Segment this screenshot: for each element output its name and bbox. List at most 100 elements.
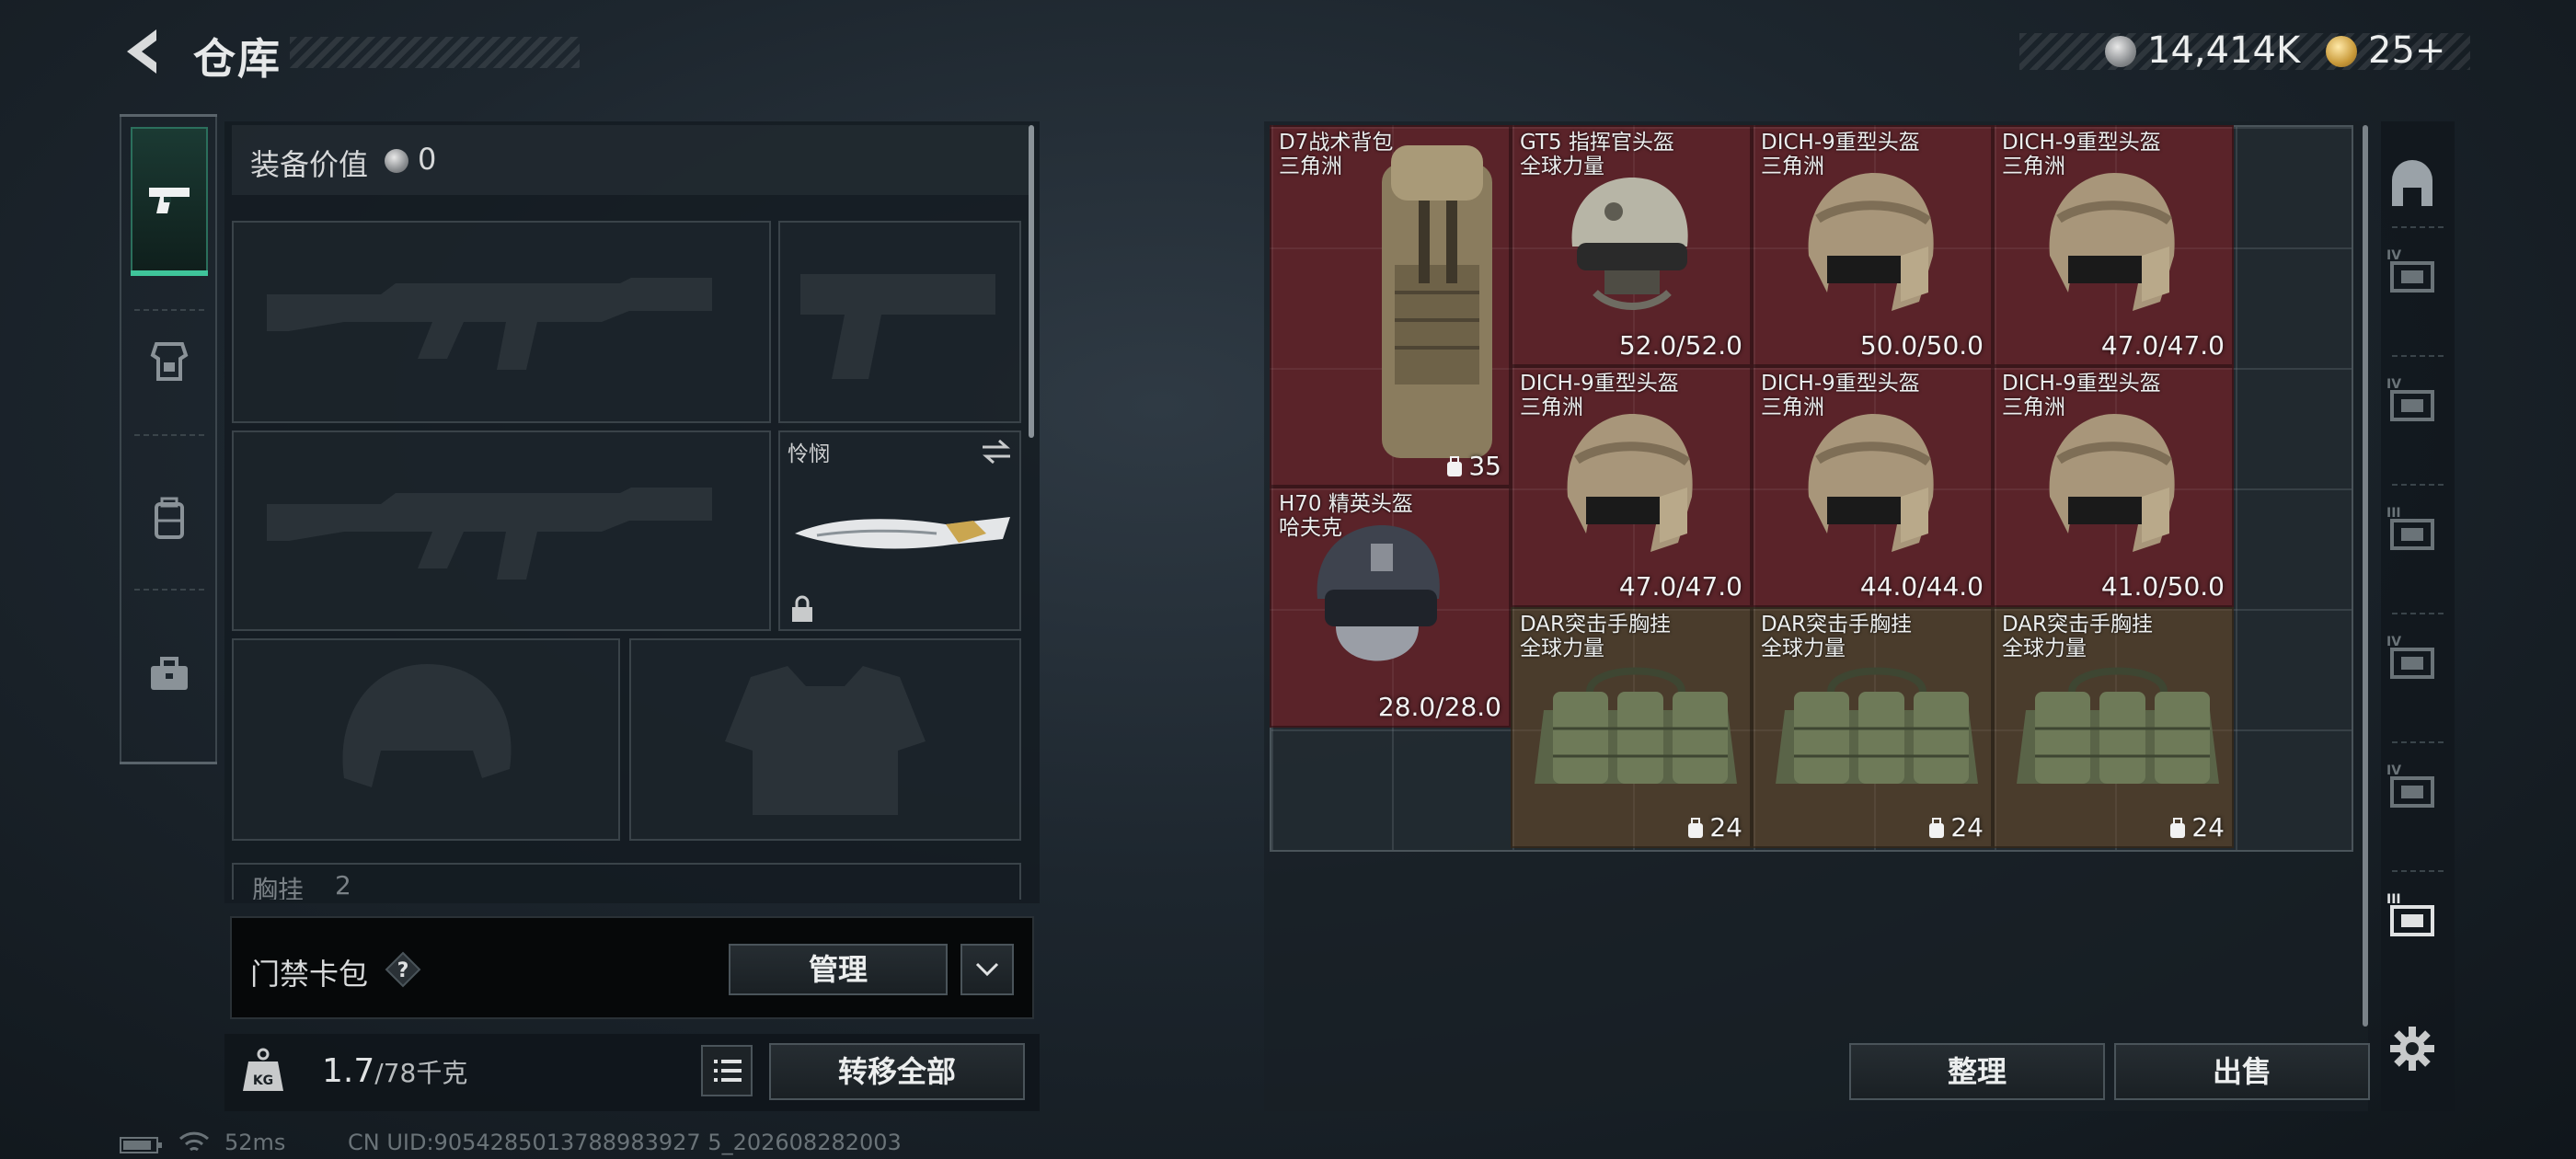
sidebar-top-edge	[120, 114, 217, 117]
stash-page-5[interactable]: IV	[2385, 760, 2440, 815]
stash-item[interactable]: H70 精英头盔 哈夫克 28.0/28.0	[1270, 487, 1511, 728]
helmet-h70-image	[1299, 516, 1455, 694]
stash-item[interactable]: DAR突击手胸挂 全球力量 24	[1993, 607, 2234, 848]
item-title: H70 精英头盔	[1279, 492, 1413, 516]
item-name: DICH-9重型头盔 三角洲	[2002, 372, 2161, 419]
list-view-button[interactable]	[701, 1045, 753, 1096]
item-title: GT5 指挥官头盔	[1520, 131, 1674, 155]
item-capacity: 24	[1685, 812, 1742, 843]
melee-slot[interactable]: 怜悯	[778, 430, 1021, 631]
gold-currency-amount[interactable]: 25+	[2368, 29, 2445, 72]
item-capacity: 24	[2168, 812, 2225, 843]
stash-page-3[interactable]: III	[2385, 502, 2440, 557]
chest-rig-slot[interactable]: 胸挂 2	[232, 863, 1021, 900]
stash-page-icon: IV	[2386, 248, 2434, 293]
carry-weight-current: 1.7	[322, 1052, 375, 1090]
stash-item[interactable]: DAR突击手胸挂 全球力量 24	[1752, 607, 1993, 848]
item-name: GT5 指挥官头盔 全球力量	[1520, 131, 1674, 178]
item-durability: 44.0/44.0	[1859, 571, 1984, 602]
stash-item[interactable]: DICH-9重型头盔 三角洲 47.0/47.0	[1511, 366, 1752, 607]
stash-item[interactable]: GT5 指挥官头盔 全球力量 52.0/52.0	[1511, 125, 1752, 366]
silver-currency-amount[interactable]: 14,414K	[2147, 29, 2300, 72]
rig-image	[1525, 655, 1746, 806]
item-name: DICH-9重型头盔 三角洲	[1520, 372, 1679, 419]
stash-item[interactable]: DICH-9重型头盔 三角洲 47.0/47.0	[1993, 125, 2234, 366]
item-faction: 哈夫克	[1279, 516, 1342, 540]
item-capacity-value: 24	[1950, 812, 1984, 843]
capacity-icon	[1688, 818, 1704, 838]
keycard-pack-label: 门禁卡包	[250, 957, 369, 992]
sell-button[interactable]: 出售	[2114, 1043, 2370, 1100]
item-title: DICH-9重型头盔	[2002, 372, 2161, 396]
page-tier: III	[2386, 506, 2401, 521]
weight-kg-icon: KG	[237, 1045, 289, 1096]
item-faction: 全球力量	[1520, 637, 1604, 660]
stash-item[interactable]: DAR突击手胸挂 全球力量 24	[1511, 607, 1752, 848]
item-title: DICH-9重型头盔	[2002, 131, 2161, 155]
chevron-down-icon	[975, 962, 999, 977]
secondary-weapon-slot[interactable]	[232, 430, 771, 631]
item-name: DAR突击手胸挂 全球力量	[1520, 613, 1671, 660]
helmet-image	[1790, 164, 1947, 324]
rifle-placeholder-icon	[267, 278, 712, 370]
stash-scrollbar[interactable]	[2363, 125, 2368, 1027]
sort-button[interactable]: 整理	[1849, 1043, 2105, 1100]
stash-page-6[interactable]: III	[2385, 889, 2440, 944]
page-tier: IV	[2386, 248, 2401, 263]
item-faction: 三角洲	[2002, 396, 2065, 419]
item-title: DICH-9重型头盔	[1520, 372, 1679, 396]
expand-dropdown-button[interactable]	[960, 944, 1014, 995]
item-name: DICH-9重型头盔 三角洲	[1761, 372, 1920, 419]
gear-icon[interactable]	[2386, 1023, 2438, 1074]
stash-item[interactable]: DICH-9重型头盔 三角洲 41.0/50.0	[1993, 366, 2234, 607]
stash-page-4[interactable]: IV	[2385, 631, 2440, 686]
rifle-placeholder-icon	[267, 488, 712, 580]
item-faction: 全球力量	[1761, 637, 1846, 660]
item-durability: 50.0/50.0	[1859, 330, 1984, 361]
body-armor-slot[interactable]	[629, 638, 1021, 841]
stash-page-2[interactable]: IV	[2385, 373, 2440, 429]
capacity-icon	[2170, 818, 2186, 838]
stash-page-icon: IV	[2386, 763, 2434, 808]
capacity-icon	[1447, 456, 1463, 476]
rig-image	[2007, 655, 2228, 806]
stash-item[interactable]: DICH-9重型头盔 三角洲 50.0/50.0	[1752, 125, 1993, 366]
swap-icon[interactable]	[981, 438, 1012, 469]
tab-case[interactable]	[144, 649, 195, 701]
gold-coin-icon	[2326, 36, 2357, 67]
list-icon	[714, 1060, 742, 1082]
stash-home-icon[interactable]	[2385, 156, 2440, 212]
tab-armor[interactable]	[144, 335, 195, 386]
stash-page-icon: III	[2386, 506, 2434, 550]
manage-button[interactable]: 管理	[729, 944, 948, 995]
page-separator	[2392, 870, 2444, 872]
sidearm-slot[interactable]	[778, 221, 1021, 423]
page-separator	[2392, 613, 2444, 614]
carry-weight-max: /78千克	[374, 1058, 468, 1088]
stash-page-1[interactable]: IV	[2385, 245, 2440, 300]
item-durability: 47.0/47.0	[2100, 330, 2225, 361]
silver-coin-icon	[2105, 36, 2136, 67]
equipment-scrollbar[interactable]	[1029, 125, 1034, 438]
item-faction: 三角洲	[1761, 155, 1824, 178]
transfer-all-button[interactable]: 转移全部	[769, 1043, 1025, 1100]
stash-item[interactable]: D7战术背包 三角洲 35	[1270, 125, 1511, 487]
primary-weapon-slot[interactable]	[232, 221, 771, 423]
helmet-gt5-image	[1549, 164, 1706, 324]
capacity-icon	[1929, 818, 1945, 838]
item-faction: 三角洲	[1520, 396, 1583, 419]
carry-weight: 1.7/78千克	[322, 1052, 467, 1090]
tab-separator	[134, 434, 204, 436]
equipment-value-label: 装备价值	[250, 147, 369, 182]
item-capacity-value: 35	[1468, 451, 1501, 481]
item-capacity-value: 24	[2191, 812, 2225, 843]
item-faction: 三角洲	[1279, 155, 1342, 178]
helmet-slot[interactable]	[232, 638, 620, 841]
item-name: DAR突击手胸挂 全球力量	[1761, 613, 1912, 660]
stash-item[interactable]: DICH-9重型头盔 三角洲 44.0/44.0	[1752, 366, 1993, 607]
back-icon[interactable]	[120, 26, 166, 77]
page-tier: IV	[2386, 377, 2401, 392]
tab-backpack[interactable]	[144, 493, 195, 545]
help-icon[interactable]: ?	[385, 951, 421, 988]
item-title: DAR突击手胸挂	[1520, 613, 1672, 637]
